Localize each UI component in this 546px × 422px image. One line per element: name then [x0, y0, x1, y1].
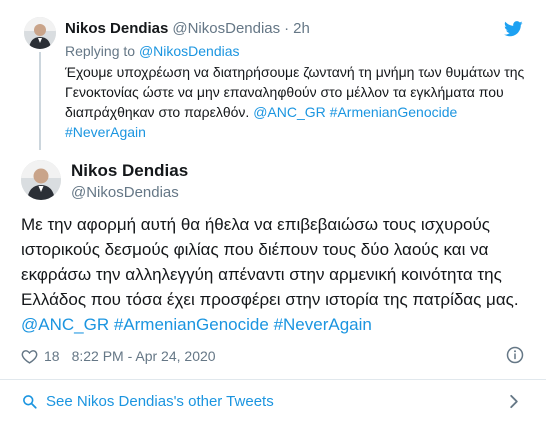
tweet-meta-row: 18 8:22 PM - Apr 24, 2020	[21, 346, 216, 366]
info-icon[interactable]	[506, 346, 524, 364]
parent-tweet-header: Nikos Dendias @NikosDendias · 2h	[65, 19, 310, 39]
avatar-photo	[24, 17, 56, 49]
hashtag-link[interactable]: #ArmenianGenocide	[114, 315, 269, 334]
thread-connector-line	[39, 52, 41, 150]
parent-author-handle[interactable]: @NikosDendias	[172, 20, 280, 37]
replying-prefix: Replying to	[65, 43, 136, 59]
heart-icon[interactable]	[21, 348, 38, 365]
main-author-name[interactable]: Nikos Dendias	[71, 161, 188, 181]
parent-avatar[interactable]	[24, 17, 56, 49]
main-tweet-body: Με την αφορμή αυτή θα ήθελα να επιβεβαιώ…	[21, 215, 519, 309]
chevron-right-icon[interactable]	[509, 394, 519, 409]
tweet-timestamp[interactable]: 8:22 PM - Apr 24, 2020	[72, 346, 216, 366]
hashtag-link[interactable]: #ArmenianGenocide	[330, 104, 458, 120]
twitter-bird-icon[interactable]	[504, 21, 523, 37]
mention-link[interactable]: @ANC_GR	[21, 315, 109, 334]
parent-author-name[interactable]: Nikos Dendias	[65, 20, 168, 37]
hashtag-link[interactable]: #NeverAgain	[65, 124, 146, 140]
main-avatar[interactable]	[21, 160, 61, 200]
parent-tweet-time[interactable]: 2h	[293, 20, 310, 37]
like-count[interactable]: 18	[44, 346, 60, 366]
replying-handle-link[interactable]: @NikosDendias	[139, 43, 240, 59]
avatar-photo	[21, 160, 61, 200]
search-icon	[23, 395, 37, 409]
main-tweet-text: Με την αφορμή αυτή θα ήθελα να επιβεβαιώ…	[21, 212, 526, 337]
mention-link[interactable]: @ANC_GR	[253, 104, 326, 120]
replying-to-line: Replying to @NikosDendias	[65, 42, 240, 60]
other-tweets-label[interactable]: See Nikos Dendias's other Tweets	[46, 392, 274, 412]
other-tweets-link[interactable]: See Nikos Dendias's other Tweets	[0, 380, 546, 422]
separator-dot: ·	[284, 20, 290, 37]
main-author-handle[interactable]: @NikosDendias	[71, 184, 179, 202]
hashtag-link[interactable]: #NeverAgain	[274, 315, 372, 334]
parent-tweet-text: Έχουμε υποχρέωση να διατηρήσουμε ζωντανή…	[65, 62, 525, 142]
